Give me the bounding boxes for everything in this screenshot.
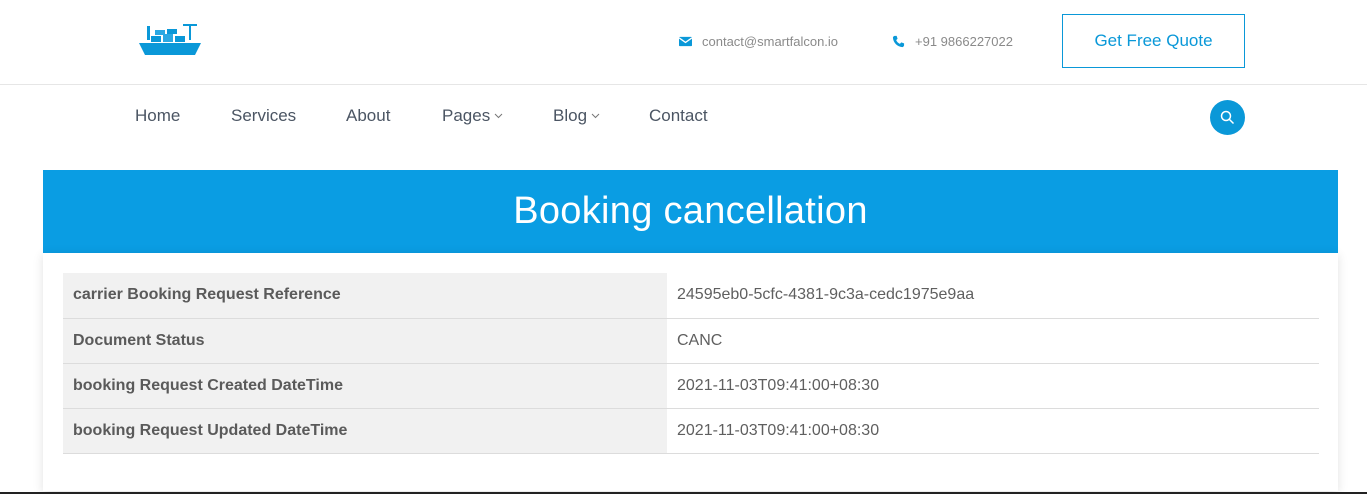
row-value: 2021-11-03T09:41:00+08:30 <box>667 363 1319 409</box>
envelope-icon <box>679 36 692 47</box>
table-row: booking Request Updated DateTime 2021-11… <box>63 408 1319 454</box>
nav-item-home[interactable]: Home <box>135 106 180 126</box>
get-free-quote-button[interactable]: Get Free Quote <box>1062 14 1245 68</box>
nav-item-label: Home <box>135 106 181 125</box>
row-key: carrier Booking Request Reference <box>63 273 667 319</box>
row-value: CANC <box>667 318 1319 364</box>
search-icon <box>1220 110 1235 125</box>
nav-item-label: Services <box>231 106 297 125</box>
table-row: carrier Booking Request Reference 24595e… <box>63 273 1319 319</box>
contact-phone-text: +91 9866227022 <box>915 34 1013 49</box>
booking-details-table: carrier Booking Request Reference 24595e… <box>63 273 1319 454</box>
main-nav: Home Services About Pages Blog Contact <box>0 86 1367 150</box>
contact-phone[interactable]: +91 9866227022 <box>892 34 1013 49</box>
nav-item-label: Pages <box>442 106 491 125</box>
top-header: contact@smartfalcon.io +91 9866227022 Ge… <box>0 0 1367 85</box>
nav-item-label: Contact <box>649 106 708 125</box>
row-value: 2021-11-03T09:41:00+08:30 <box>667 408 1319 454</box>
contact-email-text: contact@smartfalcon.io <box>702 34 839 49</box>
row-key: booking Request Created DateTime <box>63 363 667 409</box>
row-value: 24595eb0-5cfc-4381-9c3a-cedc1975e9aa <box>667 273 1319 319</box>
nav-item-label: Blog <box>553 106 588 125</box>
page-banner: Booking cancellation <box>43 170 1338 253</box>
row-key: booking Request Updated DateTime <box>63 408 667 454</box>
cargo-ship-icon[interactable] <box>137 22 203 58</box>
search-button[interactable] <box>1210 100 1245 135</box>
details-card: carrier Booking Request Reference 24595e… <box>43 253 1338 491</box>
chevron-down-icon <box>494 113 503 119</box>
page-title: Booking cancellation <box>513 190 868 232</box>
nav-item-about[interactable]: About <box>346 106 390 126</box>
table-row: booking Request Created DateTime 2021-11… <box>63 363 1319 409</box>
contact-email[interactable]: contact@smartfalcon.io <box>679 34 838 49</box>
table-row: Document Status CANC <box>63 318 1319 364</box>
nav-item-pages[interactable]: Pages <box>442 106 503 126</box>
nav-item-blog[interactable]: Blog <box>553 106 600 126</box>
nav-item-services[interactable]: Services <box>231 106 296 126</box>
nav-item-contact[interactable]: Contact <box>649 106 708 126</box>
row-key: Document Status <box>63 318 667 364</box>
nav-item-label: About <box>346 106 391 125</box>
chevron-down-icon <box>591 113 600 119</box>
phone-icon <box>892 35 905 48</box>
